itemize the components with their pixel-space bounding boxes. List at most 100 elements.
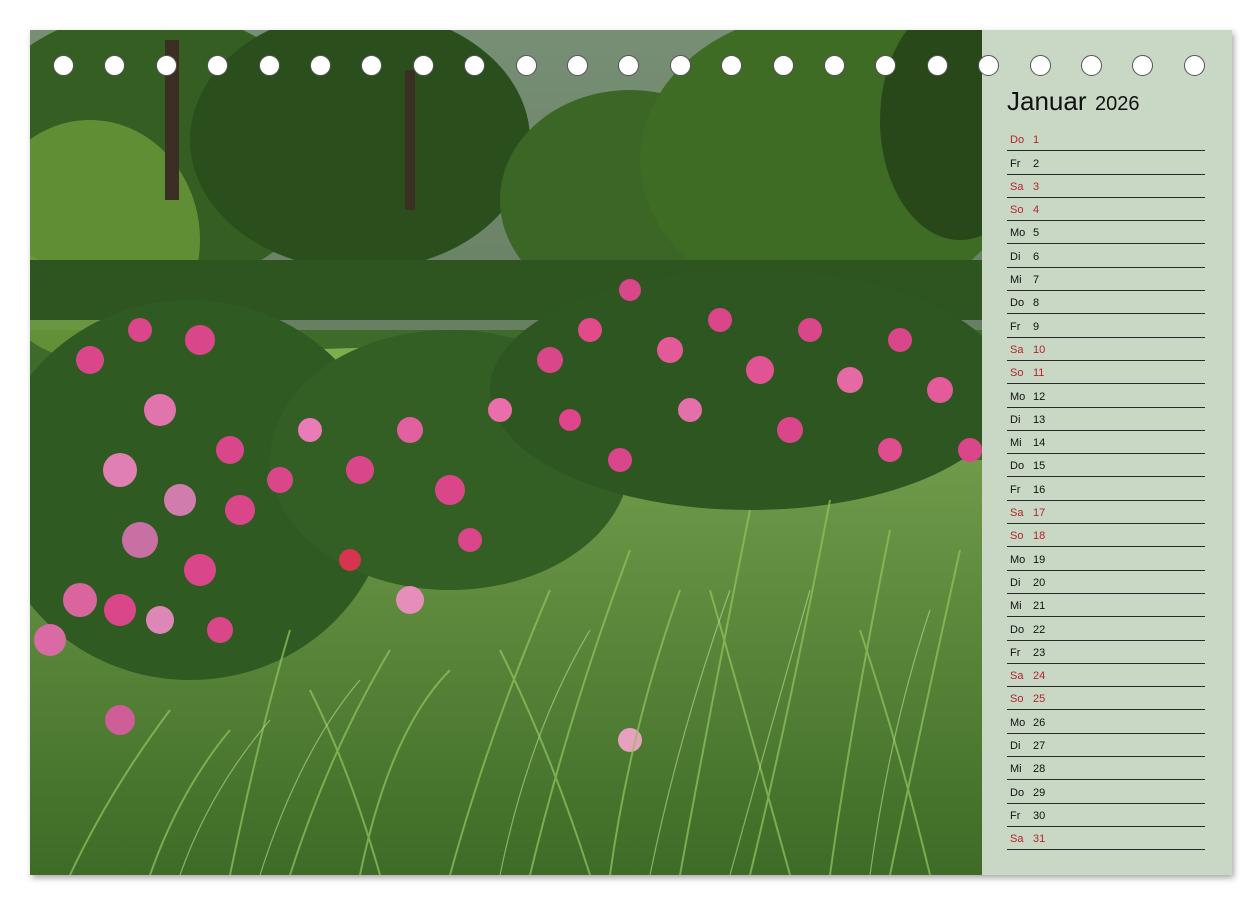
day-number: 8 — [1033, 297, 1040, 310]
day-row: Mo 19 — [1007, 547, 1205, 571]
month-name: Januar — [1007, 86, 1087, 116]
day-number: 22 — [1033, 623, 1046, 636]
day-number: 30 — [1033, 809, 1046, 822]
day-number: 14 — [1033, 437, 1046, 450]
weekday-label: Sa — [1010, 343, 1024, 356]
calendar-page: Januar 2026 Do 1 Fr 2 Sa 3 So 4 Mo 5 Di 6 Mi 7 Do 8 Fr 9 S… — [30, 30, 1232, 875]
day-number: 5 — [1033, 227, 1040, 240]
weekday-label: Mo — [1010, 390, 1026, 403]
day-row: Do 1 — [1007, 128, 1205, 152]
day-row: Sa 17 — [1007, 501, 1205, 525]
weekday-label: Sa — [1010, 180, 1024, 193]
day-number: 17 — [1033, 507, 1046, 520]
weekday-label: Sa — [1010, 670, 1024, 683]
weekday-label: Do — [1010, 786, 1025, 799]
weekday-label: Sa — [1010, 833, 1024, 846]
day-row: Do 8 — [1007, 291, 1205, 315]
day-row: Mi 28 — [1007, 757, 1205, 781]
weekday-label: Di — [1010, 740, 1021, 753]
day-number: 4 — [1033, 204, 1040, 217]
weekday-label: Do — [1010, 460, 1025, 473]
day-number: 9 — [1033, 320, 1040, 333]
day-number: 24 — [1033, 670, 1046, 683]
weekday-label: Fr — [1010, 809, 1021, 822]
weekday-label: Do — [1010, 623, 1025, 636]
day-number: 15 — [1033, 460, 1046, 473]
day-row: Sa 24 — [1007, 664, 1205, 688]
weekday-label: Mo — [1010, 553, 1026, 566]
weekday-label: Mi — [1010, 763, 1022, 776]
day-row: Fr 30 — [1007, 804, 1205, 827]
day-row: Mi 14 — [1007, 431, 1205, 455]
day-row: Di 6 — [1007, 244, 1205, 268]
day-number: 28 — [1033, 763, 1046, 776]
day-row: Fr 16 — [1007, 477, 1205, 501]
day-number: 19 — [1033, 553, 1046, 566]
day-row: Di 27 — [1007, 734, 1205, 758]
rose-garden-photo — [30, 30, 982, 875]
day-row: Di 13 — [1007, 408, 1205, 431]
day-row: Mo 26 — [1007, 710, 1205, 734]
day-row: Sa 31 — [1007, 827, 1205, 851]
weekday-label: Mo — [1010, 227, 1026, 240]
weekday-label: So — [1010, 693, 1024, 706]
day-number: 1 — [1033, 134, 1040, 147]
weekday-label: Di — [1010, 250, 1021, 263]
day-row: Fr 2 — [1007, 151, 1205, 175]
weekday-label: Fr — [1010, 320, 1021, 333]
day-row: Fr 23 — [1007, 641, 1205, 664]
weekday-label: Fr — [1010, 483, 1021, 496]
day-row: Mo 5 — [1007, 221, 1205, 245]
weekday-label: Mi — [1010, 600, 1022, 613]
weekday-label: Fr — [1010, 646, 1021, 659]
day-row: So 4 — [1007, 198, 1205, 222]
weekday-label: Mi — [1010, 274, 1022, 287]
day-number: 16 — [1033, 483, 1046, 496]
day-number: 11 — [1033, 367, 1045, 380]
day-number: 20 — [1033, 576, 1046, 589]
day-row: So 25 — [1007, 687, 1205, 711]
day-number: 2 — [1033, 157, 1040, 170]
day-number: 6 — [1033, 250, 1040, 263]
weekday-label: Mo — [1010, 716, 1026, 729]
month-header: Januar 2026 — [1007, 86, 1139, 117]
day-number: 29 — [1033, 786, 1046, 799]
day-row: So 18 — [1007, 524, 1205, 548]
weekday-label: Di — [1010, 576, 1021, 589]
day-number: 26 — [1033, 716, 1046, 729]
weekday-label: Di — [1010, 413, 1021, 426]
weekday-label: So — [1010, 367, 1024, 380]
day-row: Sa 10 — [1007, 338, 1205, 361]
day-row: Di 20 — [1007, 571, 1205, 594]
weekday-label: Do — [1010, 297, 1025, 310]
day-number: 25 — [1033, 693, 1046, 706]
day-number: 27 — [1033, 740, 1046, 753]
day-number: 12 — [1033, 390, 1046, 403]
day-row: Do 22 — [1007, 617, 1205, 641]
day-row: Do 15 — [1007, 454, 1205, 478]
day-row: Mi 21 — [1007, 594, 1205, 618]
day-row: Fr 9 — [1007, 314, 1205, 338]
day-row: Sa 3 — [1007, 175, 1205, 198]
weekday-label: Sa — [1010, 507, 1024, 520]
day-number: 18 — [1033, 530, 1046, 543]
day-number: 7 — [1033, 274, 1040, 287]
day-number: 10 — [1033, 343, 1046, 356]
weekday-label: So — [1010, 530, 1024, 543]
day-row: So 11 — [1007, 361, 1205, 385]
weekday-label: Fr — [1010, 157, 1021, 170]
day-list: Do 1 Fr 2 Sa 3 So 4 Mo 5 Di 6 Mi 7 Do 8 Fr 9 Sa 10 So 11 Mo 12 D… — [1007, 128, 1205, 851]
day-number: 13 — [1033, 413, 1046, 426]
weekday-label: Mi — [1010, 437, 1022, 450]
day-number: 21 — [1033, 600, 1046, 613]
weekday-label: So — [1010, 204, 1024, 217]
calendar-sidebar: Januar 2026 Do 1 Fr 2 Sa 3 So 4 Mo 5 Di 6 Mi 7 Do 8 Fr 9 S… — [982, 30, 1232, 875]
day-number: 23 — [1033, 646, 1046, 659]
day-row: Do 29 — [1007, 780, 1205, 804]
day-number: 31 — [1033, 833, 1046, 846]
year: 2026 — [1094, 93, 1140, 115]
day-row: Mi 7 — [1007, 268, 1205, 292]
day-row: Mo 12 — [1007, 384, 1205, 408]
weekday-label: Do — [1010, 134, 1025, 147]
day-number: 3 — [1033, 180, 1040, 193]
